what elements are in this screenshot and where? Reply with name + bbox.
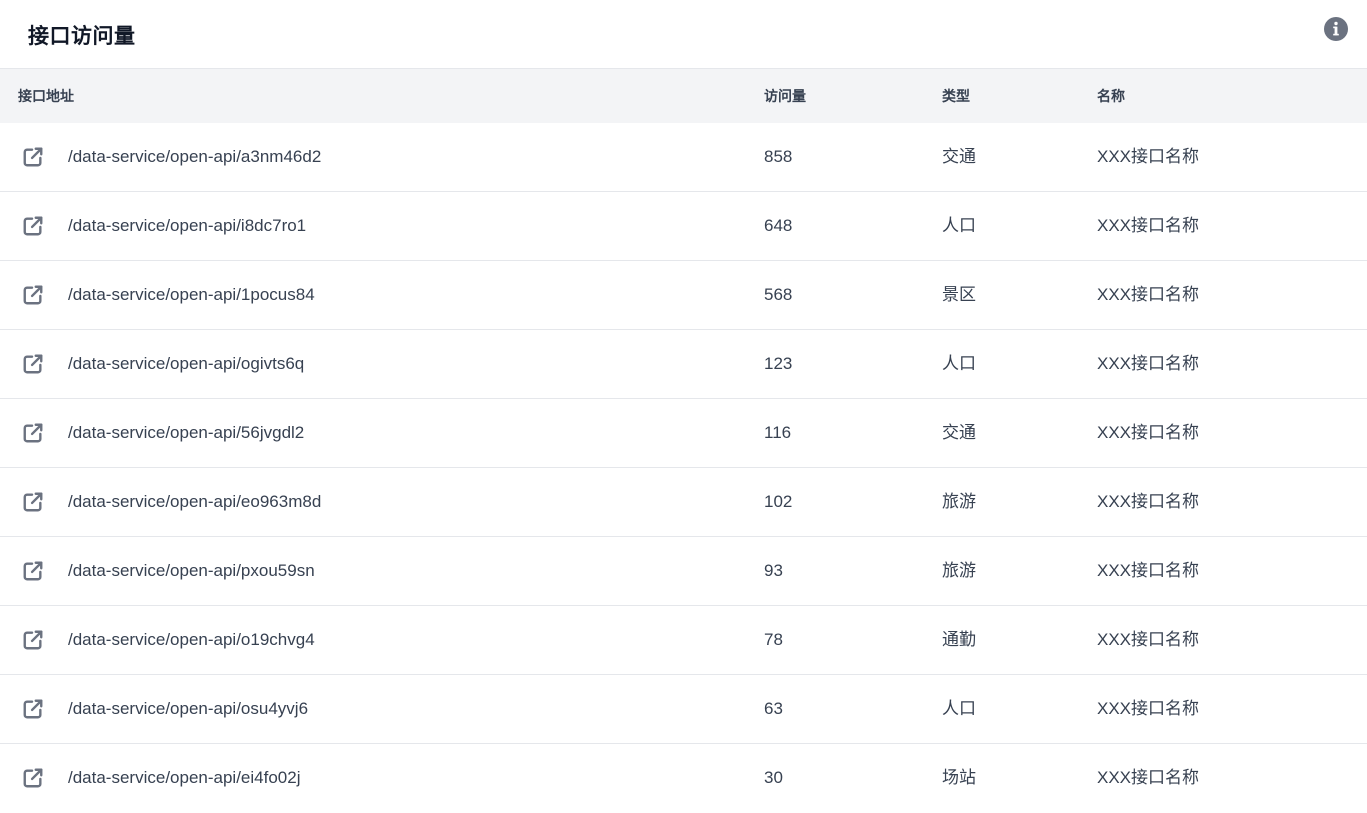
table-row: /data-service/open-api/osu4yvj6 63 人口 XXX接口… (0, 675, 1367, 744)
api-address-link[interactable]: /data-service/open-api/a3nm46d2 (68, 123, 321, 191)
api-type: 景区 (942, 285, 976, 304)
api-name: XXX接口名称 (1097, 423, 1200, 442)
external-link-icon[interactable] (22, 629, 44, 651)
api-name: XXX接口名称 (1097, 699, 1200, 718)
external-link-icon[interactable] (22, 353, 44, 375)
visit-count: 78 (764, 630, 783, 649)
external-link-icon[interactable] (22, 560, 44, 582)
api-address-link[interactable]: /data-service/open-api/i8dc7ro1 (68, 192, 306, 260)
api-name: XXX接口名称 (1097, 630, 1200, 649)
table-row: /data-service/open-api/o19chvg4 78 通勤 XXX接口… (0, 606, 1367, 675)
api-type: 交通 (942, 423, 976, 442)
table-row: /data-service/open-api/a3nm46d2 858 交通 XXX接… (0, 123, 1367, 192)
card-title: 接口访问量 (28, 25, 136, 48)
external-link-icon[interactable] (22, 422, 44, 444)
visit-count: 858 (764, 147, 793, 166)
api-address-link[interactable]: /data-service/open-api/eo963m8d (68, 468, 321, 536)
table-row: /data-service/open-api/ei4fo02j 30 场站 XXX接口… (0, 744, 1367, 813)
external-link-icon[interactable] (22, 491, 44, 513)
api-address-link[interactable]: /data-service/open-api/osu4yvj6 (68, 675, 308, 743)
api-address-link[interactable]: /data-service/open-api/56jvgdl2 (68, 399, 304, 467)
api-address-link[interactable]: /data-service/open-api/pxou59sn (68, 537, 315, 605)
api-name: XXX接口名称 (1097, 285, 1200, 304)
column-header-type: 类型 (942, 88, 970, 104)
visit-count: 63 (764, 699, 783, 718)
external-link-icon[interactable] (22, 767, 44, 789)
api-name: XXX接口名称 (1097, 216, 1200, 235)
table-row: /data-service/open-api/pxou59sn 93 旅游 XXX接口… (0, 537, 1367, 606)
api-type: 场站 (942, 768, 976, 787)
table-body: /data-service/open-api/a3nm46d2 858 交通 XXX接… (0, 123, 1367, 813)
info-icon[interactable] (1324, 17, 1348, 41)
card-header: 接口访问量 (0, 0, 1367, 69)
api-type: 交通 (942, 147, 976, 166)
visit-count: 116 (764, 423, 792, 442)
api-type: 人口 (942, 699, 976, 718)
api-name: XXX接口名称 (1097, 147, 1200, 166)
api-type: 通勤 (942, 630, 976, 649)
api-traffic-card: 接口访问量 接口地址 访问量 类型 名称 /data-service/open-… (0, 0, 1367, 808)
api-type: 旅游 (942, 492, 976, 511)
external-link-icon[interactable] (22, 215, 44, 237)
api-address-link[interactable]: /data-service/open-api/ei4fo02j (68, 744, 300, 812)
api-name: XXX接口名称 (1097, 768, 1200, 787)
visit-count: 30 (764, 768, 783, 787)
api-address-link[interactable]: /data-service/open-api/1pocus84 (68, 261, 315, 329)
api-traffic-table: 接口地址 访问量 类型 名称 /data-service/open-api/a3… (0, 69, 1367, 813)
table-row: /data-service/open-api/56jvgdl2 116 交通 XXX接… (0, 399, 1367, 468)
table-row: /data-service/open-api/eo963m8d 102 旅游 XXX接… (0, 468, 1367, 537)
table-row: /data-service/open-api/ogivts6q 123 人口 XXX接… (0, 330, 1367, 399)
external-link-icon[interactable] (22, 284, 44, 306)
table-row: /data-service/open-api/i8dc7ro1 648 人口 XXX接… (0, 192, 1367, 261)
api-type: 人口 (942, 216, 976, 235)
visit-count: 102 (764, 492, 793, 511)
api-address-link[interactable]: /data-service/open-api/o19chvg4 (68, 606, 315, 674)
table-row: /data-service/open-api/1pocus84 568 景区 XXX接… (0, 261, 1367, 330)
visit-count: 93 (764, 561, 783, 580)
api-address-link[interactable]: /data-service/open-api/ogivts6q (68, 330, 304, 398)
api-name: XXX接口名称 (1097, 354, 1200, 373)
api-name: XXX接口名称 (1097, 492, 1200, 511)
api-name: XXX接口名称 (1097, 561, 1200, 580)
table-header: 接口地址 访问量 类型 名称 (0, 69, 1367, 123)
column-header-name: 名称 (1097, 88, 1125, 104)
external-link-icon[interactable] (22, 146, 44, 168)
column-header-address: 接口地址 (18, 88, 74, 104)
api-type: 人口 (942, 354, 976, 373)
visit-count: 568 (764, 285, 793, 304)
external-link-icon[interactable] (22, 698, 44, 720)
visit-count: 123 (764, 354, 793, 373)
column-header-count: 访问量 (764, 88, 806, 104)
api-type: 旅游 (942, 561, 976, 580)
visit-count: 648 (764, 216, 793, 235)
